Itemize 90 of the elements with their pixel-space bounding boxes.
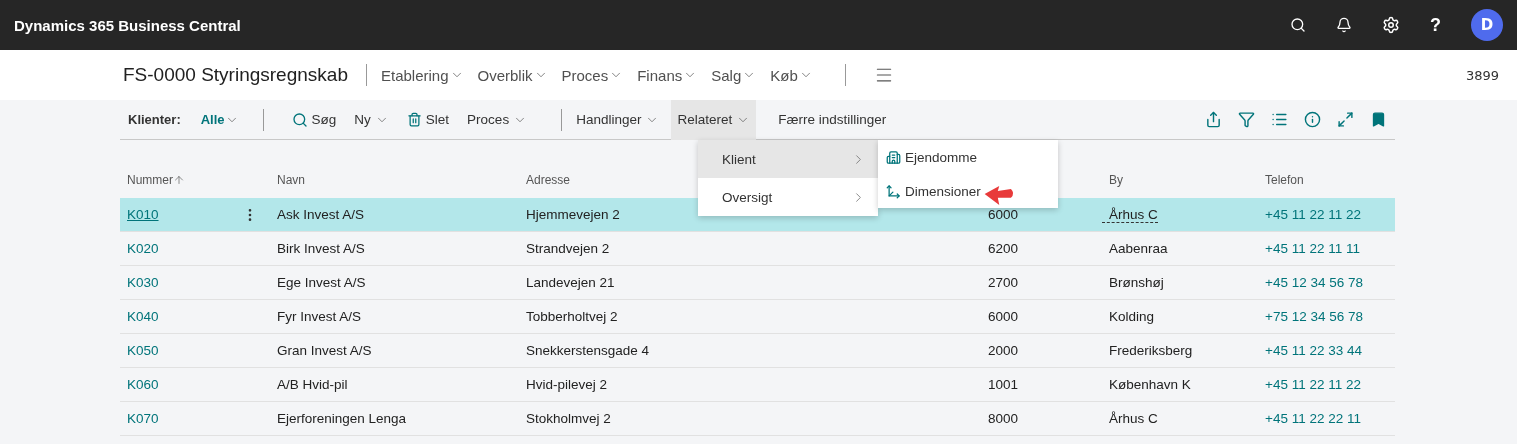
- sort-arrow-icon: [173, 174, 185, 186]
- number-link[interactable]: K060: [120, 377, 242, 392]
- table-cell-text: Hvid-pilevej 2: [525, 377, 609, 392]
- table-cell-text: 6000: [987, 309, 1020, 324]
- expand-icon[interactable]: [1337, 111, 1354, 128]
- table-cell-text: Ejerforeningen Lenga: [276, 411, 408, 426]
- phone-link[interactable]: +45 11 22 33 44: [1258, 343, 1395, 358]
- number-link[interactable]: K070: [120, 411, 242, 426]
- table-cell-text: Ask Invest A/S: [276, 207, 366, 222]
- help-button[interactable]: ?: [1430, 14, 1441, 36]
- column-header[interactable]: Nummer: [127, 173, 185, 187]
- nav-menu[interactable]: Finans: [637, 66, 698, 84]
- table-cell-text: Fyr Invest A/S: [276, 309, 363, 324]
- info-icon[interactable]: [1304, 111, 1321, 128]
- filter-dropdown[interactable]: Alle: [200, 112, 239, 127]
- table-cell-text: Ege Invest A/S: [276, 275, 367, 290]
- menu-item[interactable]: Oversigt: [698, 178, 878, 216]
- action-button[interactable]: Relateret: [671, 99, 757, 140]
- axes-icon: [886, 183, 901, 199]
- number-link[interactable]: K030: [120, 275, 242, 290]
- table-cell-text: Birk Invest A/S: [276, 241, 366, 256]
- table-row[interactable]: K060 A/B Hvid-pil Hvid-pilevej 2 1001 København K +45 11 22 11 22: [120, 368, 1395, 402]
- phone-link[interactable]: +45 11 22 11 22: [1258, 207, 1395, 222]
- bell-icon[interactable]: [1336, 17, 1352, 33]
- table-row[interactable]: K040 Fyr Invest A/S Tobberholtvej 2 6000 Kolding +75 12 34 56 78: [120, 300, 1395, 334]
- table-cell-text: A/B Hvid-pil: [276, 377, 349, 392]
- phone-link[interactable]: +75 12 34 56 78: [1258, 309, 1395, 324]
- table-row[interactable]: K050 Gran Invest A/S Snekkerstensgade 4 2000 Frederiksberg +45 11 22 33 44: [120, 334, 1395, 368]
- page-title: FS-0000 Styringsregnskab: [123, 64, 348, 86]
- user-avatar[interactable]: D: [1471, 9, 1503, 41]
- table-cell-text: Gran Invest A/S: [276, 343, 373, 358]
- table-cell-text: 2000: [987, 343, 1020, 358]
- table-cell-text: Brønshøj: [1108, 275, 1164, 290]
- number-link[interactable]: K040: [120, 309, 242, 324]
- filter-label: Klienter:: [128, 112, 181, 127]
- number-link[interactable]: K010: [120, 207, 242, 222]
- table-cell-text: 8000: [987, 411, 1020, 426]
- nav-menu[interactable]: Salg: [711, 66, 757, 84]
- settings-icon[interactable]: [1382, 16, 1400, 34]
- phone-link[interactable]: +45 12 34 56 78: [1258, 275, 1395, 290]
- phone-link[interactable]: +45 11 22 22 11: [1258, 411, 1395, 426]
- bookmark-icon[interactable]: [1370, 111, 1387, 128]
- search-icon: [291, 111, 308, 128]
- column-header[interactable]: Navn: [277, 173, 305, 187]
- menu-item[interactable]: Klient: [698, 140, 878, 178]
- column-header[interactable]: By: [1109, 173, 1123, 187]
- app-title: Dynamics 365 Business Central: [14, 16, 242, 34]
- nav-menu[interactable]: Køb: [770, 66, 813, 84]
- phone-link[interactable]: +45 11 22 11 22: [1258, 377, 1395, 392]
- table-cell-text: Tobberholtvej 2: [525, 309, 619, 324]
- number-link[interactable]: K050: [120, 343, 242, 358]
- action-button[interactable]: Ny: [348, 99, 395, 140]
- table-row[interactable]: K030 Ege Invest A/S Landevejen 21 2700 Brønshøj +45 12 34 56 78: [120, 266, 1395, 300]
- table-cell-text: 2700: [987, 275, 1020, 290]
- list-icon[interactable]: [1271, 111, 1288, 128]
- table-cell-text: Landevejen 21: [525, 275, 616, 290]
- table-cell-text: København K: [1108, 377, 1191, 392]
- nav-menu[interactable]: Etablering: [380, 66, 464, 84]
- submenu-item[interactable]: Ejendomme: [878, 140, 1058, 174]
- building-icon: [886, 149, 901, 165]
- table-cell: Århus C: [1102, 206, 1158, 223]
- action-button[interactable]: Færre indstillinger: [772, 99, 893, 140]
- trash-icon: [406, 112, 422, 127]
- table-cell-text: 1001: [987, 377, 1020, 392]
- column-header[interactable]: Telefon: [1265, 173, 1304, 187]
- share-icon[interactable]: [1205, 111, 1222, 128]
- table-row[interactable]: K020 Birk Invest A/S Strandvejen 2 6200 Aabenraa +45 11 22 11 11: [120, 232, 1395, 266]
- table-cell-text: Snekkerstensgade 4: [525, 343, 651, 358]
- table-cell-text: Hjemmevejen 2: [525, 207, 621, 222]
- action-button[interactable]: Handlinger: [570, 99, 666, 140]
- table-cell-text: Frederiksberg: [1108, 343, 1193, 358]
- search-icon[interactable]: [1290, 17, 1306, 33]
- column-header[interactable]: Adresse: [526, 173, 571, 187]
- table-cell-text: Strandvejen 2: [525, 241, 611, 256]
- action-button[interactable]: Proces: [461, 99, 534, 140]
- table-cell-text: Aabenraa: [1108, 241, 1168, 256]
- table-cell-text: 6200: [987, 241, 1020, 256]
- table-row[interactable]: K070 Ejerforeningen Lenga Stokholmvej 2 8000 Århus C +45 11 22 22 11: [120, 402, 1395, 436]
- nav-menu[interactable]: Proces: [561, 66, 624, 84]
- nav-menu[interactable]: Overblik: [477, 66, 548, 84]
- action-button[interactable]: Søg: [285, 99, 343, 140]
- action-button[interactable]: Slet: [400, 99, 456, 140]
- table-cell-text: Stokholmvej 2: [525, 411, 612, 426]
- company-number: 3899: [1465, 67, 1499, 83]
- phone-link[interactable]: +45 11 22 11 11: [1258, 241, 1395, 256]
- table-cell-text: Kolding: [1108, 309, 1155, 324]
- filter-icon[interactable]: [1238, 111, 1255, 128]
- table-cell-text: Århus C: [1108, 411, 1158, 426]
- number-link[interactable]: K020: [120, 241, 242, 256]
- table-cell-text: 6000: [987, 207, 1020, 222]
